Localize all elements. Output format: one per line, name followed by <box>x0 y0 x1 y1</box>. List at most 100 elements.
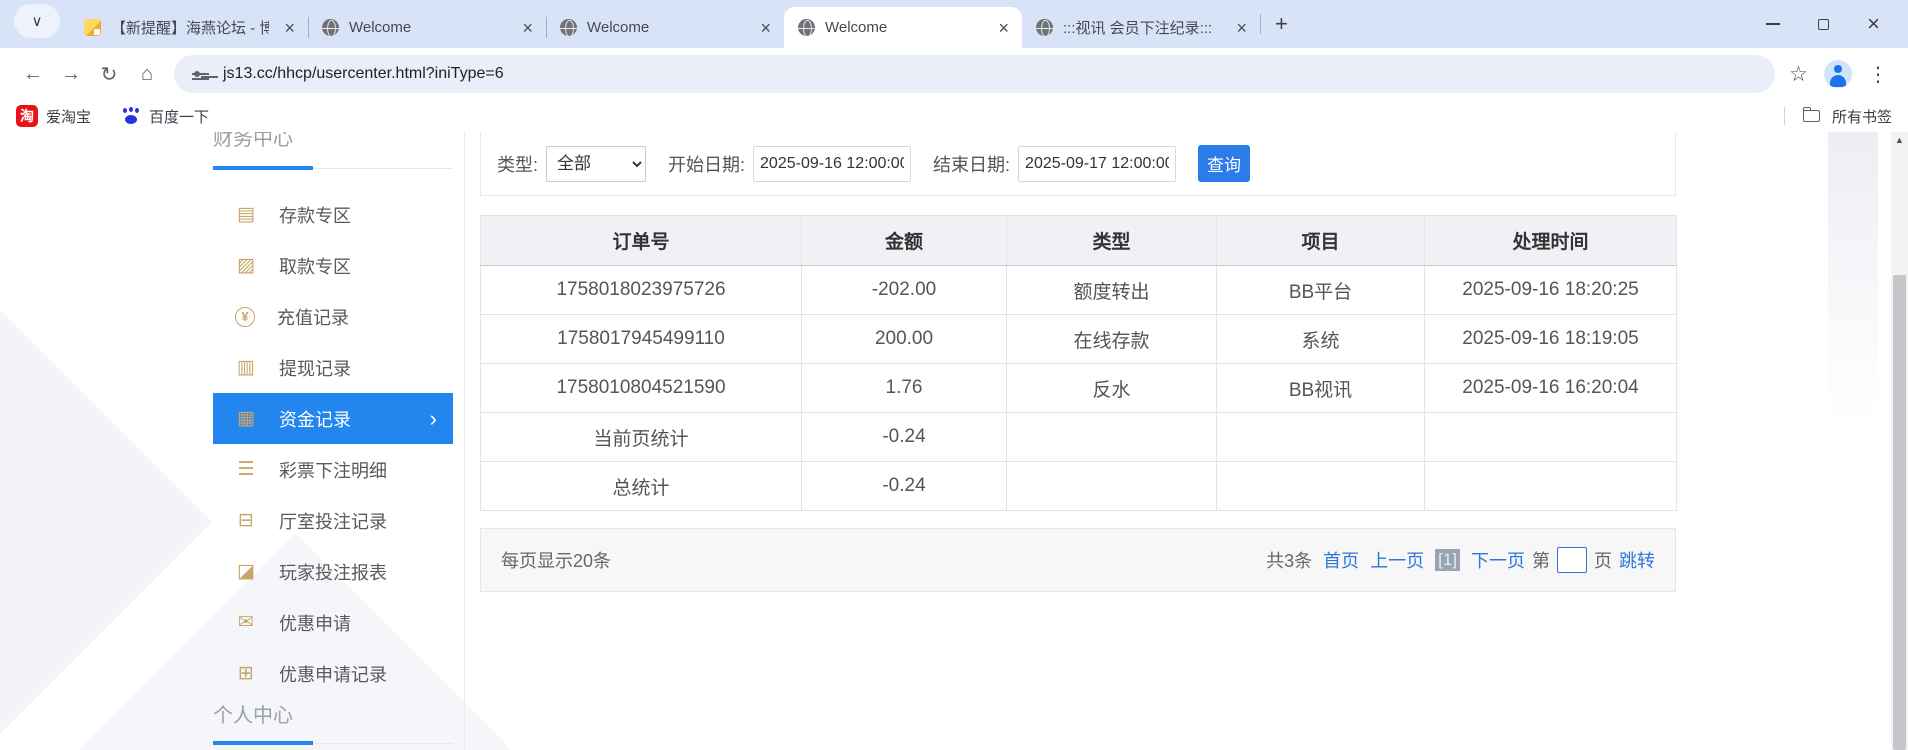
col-project: 项目 <box>1216 215 1425 266</box>
sidebar-item-withdraw[interactable]: ▨ 取款专区 <box>213 240 453 291</box>
current-page-badge: [1] <box>1435 549 1460 571</box>
tab-title: Welcome <box>349 19 412 36</box>
jump-button[interactable]: 跳转 <box>1619 547 1655 573</box>
bullet-list-icon: ⊟ <box>238 510 254 531</box>
tab-welcome-2[interactable]: Welcome × <box>546 7 784 48</box>
tab-video-records[interactable]: :::视讯 会员下注纪录::: × <box>1022 7 1260 48</box>
baidu-paw-icon <box>121 106 141 126</box>
restore-button[interactable] <box>1818 14 1835 30</box>
back-icon[interactable]: ← <box>14 55 52 93</box>
prev-page-link[interactable]: 上一页 <box>1370 547 1424 573</box>
table-row-page-total: 当前页统计 -0.24 <box>480 412 1677 462</box>
home-icon[interactable]: ⌂ <box>128 55 166 93</box>
grid-list-icon: ⊞ <box>238 663 254 684</box>
sidebar-item-deposit[interactable]: ▤ 存款专区 <box>213 189 453 240</box>
chart-report-icon: ◪ <box>237 561 255 582</box>
cell-time: 2025-09-16 18:19:05 <box>1424 314 1677 364</box>
per-page-label: 每页显示20条 <box>501 551 612 571</box>
cell-project: BB平台 <box>1216 265 1425 315</box>
bookmark-baidu[interactable]: 百度一下 <box>121 106 209 127</box>
sidebar-item-lottery-bet-detail[interactable]: ☰ 彩票下注明细 <box>213 444 453 495</box>
sidebar-item-withdrawal-records[interactable]: ▥ 提现记录 <box>213 342 453 393</box>
cell-empty <box>1216 461 1425 511</box>
type-select[interactable]: 全部 <box>546 145 647 182</box>
sidebar-item-player-bet-report[interactable]: ◪ 玩家投注报表 <box>213 546 453 597</box>
reload-icon[interactable]: ↻ <box>90 55 128 93</box>
tab-welcome-1[interactable]: Welcome × <box>308 7 546 48</box>
cell-order-no: 1758010804521590 <box>480 363 802 413</box>
menu-kebab-icon[interactable]: ⋮ <box>1868 62 1888 87</box>
taobao-icon: 淘 <box>16 105 38 127</box>
site-info-icon[interactable] <box>192 71 209 80</box>
tab-close-icon[interactable]: × <box>279 19 300 37</box>
jump-prefix-label: 第 <box>1532 551 1550 571</box>
sidebar-item-label: 优惠申请 <box>279 613 351 634</box>
tab-title: 【新提醒】海燕论坛 - 博学交流 <box>111 20 270 37</box>
scrollbar-thumb[interactable] <box>1893 275 1906 750</box>
globe-favicon-icon <box>560 19 577 36</box>
cell-time: 2025-09-16 16:20:04 <box>1424 363 1677 413</box>
sidebar-item-promo-apply-records[interactable]: ⊞ 优惠申请记录 <box>213 648 453 699</box>
main-panel: 类型: 全部 开始日期: 结束日期: 查询 订单号 金额 类型 <box>480 132 1677 592</box>
cell-label: 总统计 <box>480 461 802 511</box>
sidebar-item-funds-records[interactable]: ▦ 资金记录 › <box>213 393 453 444</box>
sidebar-item-recharge-records[interactable]: ¥ 充值记录 <box>213 291 453 342</box>
forward-icon[interactable]: → <box>52 55 90 93</box>
bookmarks-bar: 淘 爱淘宝 百度一下 所有书签 <box>0 100 1908 132</box>
sidebar-item-label: 优惠申请记录 <box>279 664 387 685</box>
total-count-label: 共3条 <box>1266 551 1313 571</box>
new-tab-button[interactable]: + <box>1261 11 1302 37</box>
all-bookmarks-label: 所有书签 <box>1831 108 1892 126</box>
end-date-input[interactable] <box>1018 145 1177 182</box>
cell-amount: -202.00 <box>801 265 1007 315</box>
bookmark-star-icon[interactable]: ☆ <box>1789 62 1808 87</box>
start-date-input[interactable] <box>753 145 912 182</box>
sidebar-item-promo-apply[interactable]: ✉ 优惠申请 <box>213 597 453 648</box>
cell-amount: 1.76 <box>801 363 1007 413</box>
sidebar-menu: ▤ 存款专区 ▨ 取款专区 ¥ 充值记录 ▥ 提现记录 ▦ 资金记录 › ☰ 彩… <box>213 189 464 699</box>
cell-empty <box>1006 461 1217 511</box>
first-page-link[interactable]: 首页 <box>1323 547 1359 573</box>
bookmark-label: 百度一下 <box>149 108 210 126</box>
globe-favicon-icon <box>798 19 815 36</box>
table-row: 1758010804521590 1.76 反水 BB视讯 2025-09-16… <box>480 363 1677 413</box>
address-bar[interactable]: js13.cc/hhcp/usercenter.html?iniType=6 <box>174 55 1776 93</box>
col-order-no: 订单号 <box>480 215 802 266</box>
jump-suffix-label: 页 <box>1594 551 1612 571</box>
tab-close-icon[interactable]: × <box>755 19 776 37</box>
deposit-card-icon: ▤ <box>237 204 255 225</box>
cell-time: 2025-09-16 18:20:25 <box>1424 265 1677 315</box>
sidebar-section-finance: 财务中心 <box>213 132 453 170</box>
all-bookmarks-button[interactable]: 所有书签 <box>1783 106 1892 127</box>
sidebar-item-label: 提现记录 <box>279 358 351 379</box>
tab-close-icon[interactable]: × <box>1231 19 1252 37</box>
cell-project: 系统 <box>1216 314 1425 364</box>
tab-forum[interactable]: 【新提醒】海燕论坛 - 博学交流 × <box>70 7 308 48</box>
sidebar-item-hall-bet-records[interactable]: ⊟ 厅室投注记录 <box>213 495 453 546</box>
type-label: 类型: <box>497 154 539 175</box>
tab-welcome-active[interactable]: Welcome × <box>784 7 1022 48</box>
pagination-bar: 每页显示20条 共3条 首页 上一页 [1] 下一页 第 页 跳转 <box>480 528 1676 592</box>
start-date-label: 开始日期: <box>668 154 746 175</box>
next-page-link[interactable]: 下一页 <box>1471 547 1525 573</box>
globe-favicon-icon <box>322 19 339 36</box>
tab-search-button[interactable]: ∨ <box>14 3 60 38</box>
window-close-button[interactable]: × <box>1867 13 1880 35</box>
tab-close-icon[interactable]: × <box>517 19 538 37</box>
minimize-button[interactable] <box>1766 23 1781 25</box>
withdraw-hand-icon: ▨ <box>237 255 255 276</box>
query-button[interactable]: 查询 <box>1198 145 1251 182</box>
cell-order-no: 1758017945499110 <box>480 314 802 364</box>
background-watermark <box>1828 132 1878 422</box>
bookmark-taobao[interactable]: 淘 爱淘宝 <box>16 105 91 127</box>
page-jump-input[interactable] <box>1557 547 1587 573</box>
profile-avatar[interactable] <box>1824 60 1852 88</box>
tab-close-icon[interactable]: × <box>993 19 1014 37</box>
cell-type: 在线存款 <box>1006 314 1217 364</box>
window-controls: × <box>1766 13 1908 35</box>
bookmark-label: 爱淘宝 <box>46 108 92 126</box>
scroll-up-arrow-icon[interactable]: ▲ <box>1891 135 1908 145</box>
cell-amount: 200.00 <box>801 314 1007 364</box>
page-scrollbar[interactable]: ▲ <box>1891 132 1908 750</box>
col-process-time: 处理时间 <box>1424 215 1677 266</box>
